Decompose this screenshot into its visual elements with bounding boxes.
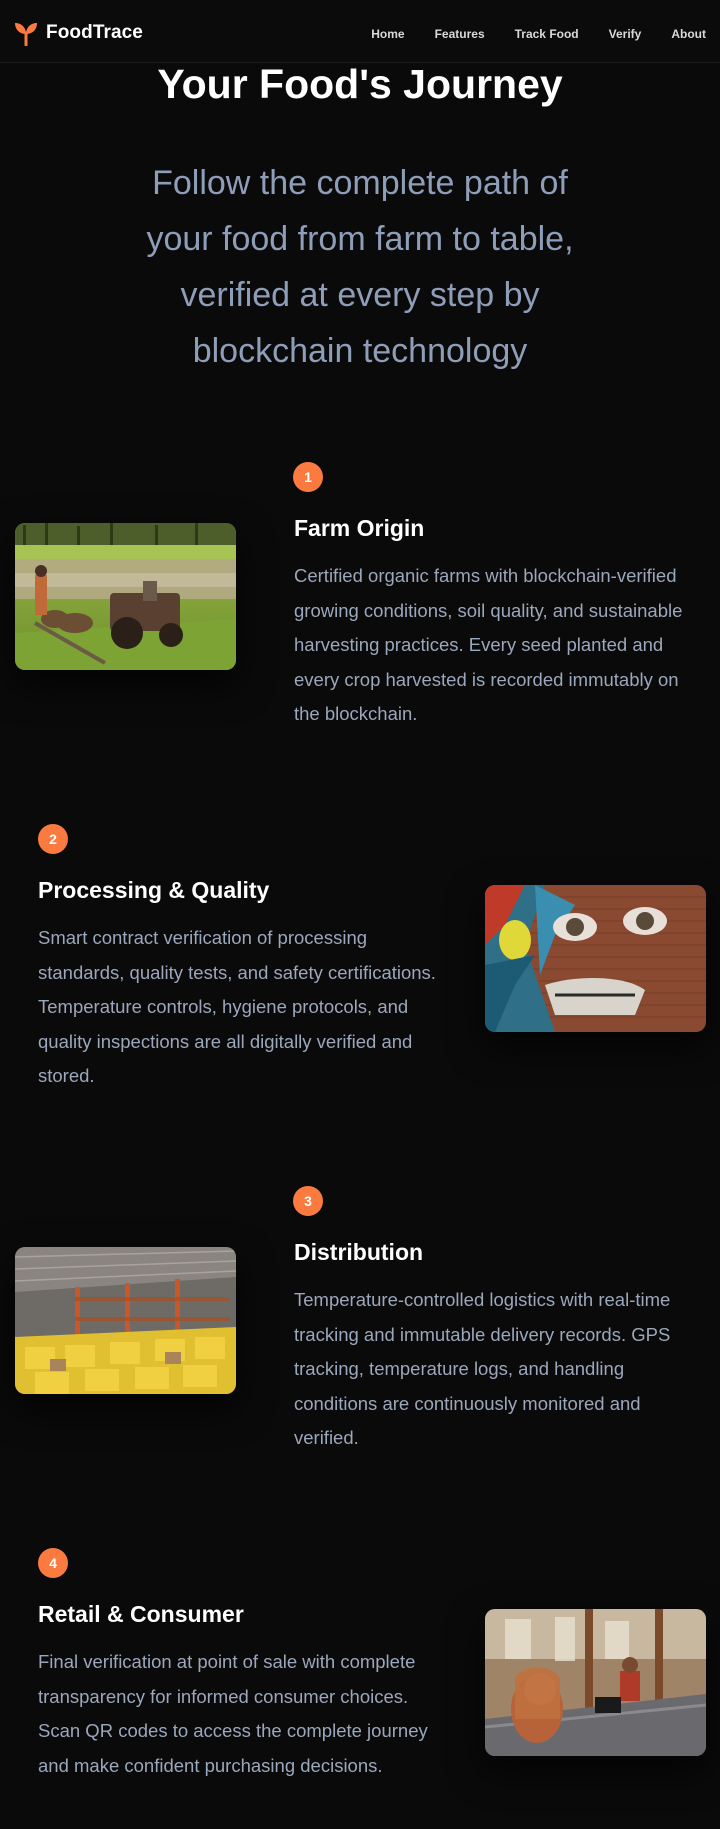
nav-link-about[interactable]: About xyxy=(671,27,706,41)
step-title: Retail & Consumer xyxy=(38,1601,244,1627)
step-description: Certified organic farms with blockchain-… xyxy=(294,565,683,724)
warehouse-photo xyxy=(15,1247,236,1394)
step-description: Smart contract verification of processin… xyxy=(38,927,436,1086)
step-title: Distribution xyxy=(294,1239,424,1265)
step-number-badge: 1 xyxy=(293,462,323,492)
sprout-icon xyxy=(15,23,37,46)
nav-link-track-food[interactable]: Track Food xyxy=(515,27,579,41)
page-title: Your Food's Journey xyxy=(157,61,563,107)
step-description: Temperature-controlled logistics with re… xyxy=(294,1289,671,1448)
farm-field-photo xyxy=(15,523,236,670)
nav-link-home[interactable]: Home xyxy=(371,27,404,41)
step-title: Farm Origin xyxy=(294,515,425,541)
graffiti-mural-photo xyxy=(485,885,706,1032)
hero-subtitle: Follow the complete path of your food fr… xyxy=(146,164,574,370)
step-number-badge: 3 xyxy=(293,1186,323,1216)
brand-logo-link[interactable]: FoodTrace xyxy=(13,20,143,46)
step-description: Final verification at point of sale with… xyxy=(38,1651,428,1776)
navbar: FoodTrace Home Features Track Food Verif… xyxy=(0,0,720,63)
nav-links: Home Features Track Food Verify About xyxy=(341,27,706,41)
nav-link-verify[interactable]: Verify xyxy=(609,27,642,41)
step-number-badge: 2 xyxy=(38,824,68,854)
step-title: Processing & Quality xyxy=(38,877,270,903)
retail-counter-photo xyxy=(485,1609,706,1756)
brand-name: FoodTrace xyxy=(46,22,143,43)
nav-link-features[interactable]: Features xyxy=(435,27,485,41)
step-number-badge: 4 xyxy=(38,1548,68,1578)
